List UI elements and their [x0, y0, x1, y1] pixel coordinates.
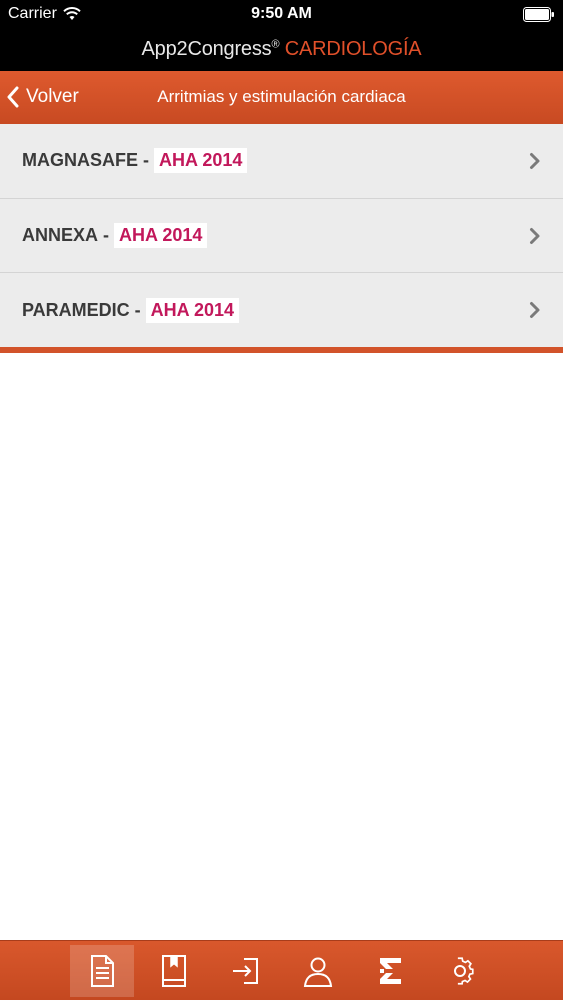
tab-congress[interactable] — [358, 945, 422, 997]
chevron-right-icon — [530, 227, 540, 244]
nav-bar: Volver Arritmias y estimulación cardiaca — [0, 71, 563, 124]
item-name: MAGNASAFE — [22, 150, 138, 171]
list-item-text: MAGNASAFE - AHA 2014 — [22, 148, 248, 174]
clock: 9:50 AM — [251, 5, 312, 22]
list-item-magnasafe[interactable]: MAGNASAFE - AHA 2014 — [0, 124, 563, 199]
tab-settings[interactable] — [428, 945, 492, 997]
tab-profile[interactable] — [286, 945, 350, 997]
list-item-text: PARAMEDIC - AHA 2014 — [22, 297, 240, 323]
user-icon — [303, 957, 333, 987]
item-separator: - — [103, 225, 110, 246]
chevron-right-icon — [530, 153, 540, 169]
tab-login[interactable] — [214, 945, 278, 997]
item-name: ANNEXA — [22, 225, 99, 246]
item-tag: AHA 2014 — [154, 148, 248, 174]
brand-name: App2Congress — [141, 38, 272, 60]
brand-title: App2Congress® CARDIOLOGÍA — [0, 38, 563, 61]
trial-list: MAGNASAFE - AHA 2014 ANNEXA - AHA 2014 P… — [0, 124, 563, 349]
list-item-annexa[interactable]: ANNEXA - AHA 2014 — [0, 198, 563, 274]
tab-bar — [0, 940, 563, 1000]
tab-documents[interactable] — [70, 945, 134, 997]
brand-registered: ® — [271, 38, 280, 51]
logo-e-icon — [380, 958, 401, 984]
document-icon — [91, 955, 114, 987]
book-icon — [162, 955, 186, 987]
item-tag: AHA 2014 — [114, 223, 208, 249]
item-separator: - — [143, 150, 149, 171]
chevron-right-icon — [530, 302, 540, 319]
list-divider — [0, 347, 563, 353]
tab-book[interactable] — [142, 945, 206, 997]
login-icon — [233, 958, 258, 984]
item-tag: AHA 2014 — [145, 297, 240, 323]
battery-icon — [523, 7, 554, 22]
brand-accent: CARDIOLOGÍA — [284, 38, 422, 60]
list-item-text: ANNEXA - AHA 2014 — [22, 223, 208, 249]
list-item-paramedic[interactable]: PARAMEDIC - AHA 2014 — [0, 273, 563, 349]
gear-icon — [454, 957, 474, 985]
status-bar: Carrier 9:50 AM — [0, 0, 563, 30]
page-title: Arritmias y estimulación cardiaca — [157, 87, 406, 106]
top-header: Carrier 9:50 AM App2Congress® CARDIOLOGÍ… — [0, 0, 563, 71]
item-separator: - — [134, 299, 141, 320]
item-name: PARAMEDIC — [22, 299, 130, 320]
